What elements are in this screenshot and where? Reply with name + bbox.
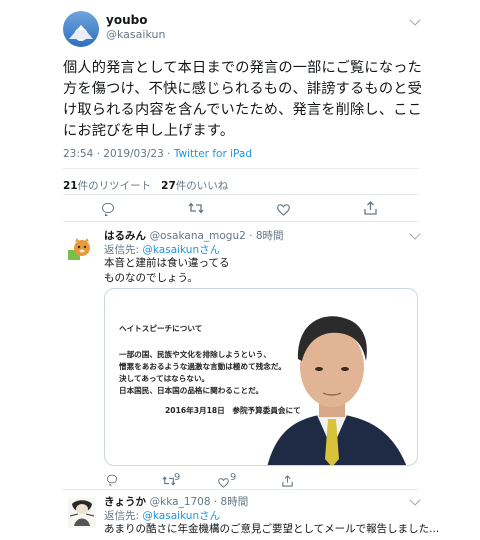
divider	[63, 168, 419, 169]
card-line: 日本国民、日本国の品格に関わることだ。	[119, 386, 264, 395]
reply-to: 返信先: @kasaikunさん	[104, 244, 221, 256]
reply-handle-time: @osakana_mogu2 · 8時間	[149, 230, 284, 242]
mention-link[interactable]: @kasaikunさん	[142, 510, 220, 522]
card-heading: ヘイトスピーチについて	[119, 324, 203, 333]
timestamp: 23:54 · 2019/03/23 ·	[63, 148, 174, 160]
avatar[interactable]	[66, 236, 94, 264]
card-line: 決してあってはならない。	[119, 374, 210, 383]
reply-author[interactable]: きょうか @kka_1708 · 8時間	[104, 494, 248, 509]
retweet-count: 9	[174, 472, 181, 483]
media-card[interactable]: ヘイトスピーチについて 一部の国、民族や文化を排除しようという、 憎悪をあおるよ…	[104, 288, 418, 466]
engagement-stats: 21件のリツイート 27件のいいね	[63, 178, 228, 193]
reply-text: 本音と建前は食い違ってる ものなのでしょう。	[104, 257, 230, 284]
like-count: 9	[230, 472, 237, 483]
chevron-down-icon[interactable]	[409, 228, 421, 240]
tweet-meta: 23:54 · 2019/03/23 · Twitter for iPad	[63, 148, 252, 160]
reply-icon[interactable]	[106, 474, 118, 486]
display-name[interactable]: youbo	[106, 13, 147, 27]
divider	[63, 489, 419, 490]
reply-text: あまりの酷さに年金機構のご意見ご要望としてメールで報告しました...	[104, 523, 440, 535]
avatar[interactable]	[63, 11, 99, 47]
portrait-photo	[247, 289, 417, 465]
reply-to: 返信先: @kasaikunさん	[104, 510, 221, 522]
user-handle[interactable]: @kasaikun	[106, 28, 165, 41]
client-link[interactable]: Twitter for iPad	[174, 148, 252, 160]
divider	[63, 221, 419, 222]
like-stat[interactable]: 27件のいいね	[161, 180, 228, 192]
mention-link[interactable]: @kasaikunさん	[142, 244, 220, 256]
chevron-down-icon[interactable]	[409, 14, 421, 26]
reply-author[interactable]: はるみん @osakana_mogu2 · 8時間	[104, 228, 284, 243]
retweet-icon[interactable]	[188, 200, 204, 219]
divider	[63, 194, 419, 195]
reply-handle-time: @kka_1708 · 8時間	[149, 496, 249, 508]
avatar[interactable]	[66, 496, 98, 530]
retweet-stat[interactable]: 21件のリツイート	[63, 180, 151, 192]
tweet-text: 個人的発言として本日までの発言の一部にご覧になった方を傷つけ、不快に感じられるも…	[63, 60, 422, 139]
heart-icon[interactable]	[277, 201, 290, 220]
chevron-down-icon[interactable]	[409, 494, 421, 506]
share-icon[interactable]	[364, 200, 377, 219]
reply-icon[interactable]	[102, 203, 114, 216]
